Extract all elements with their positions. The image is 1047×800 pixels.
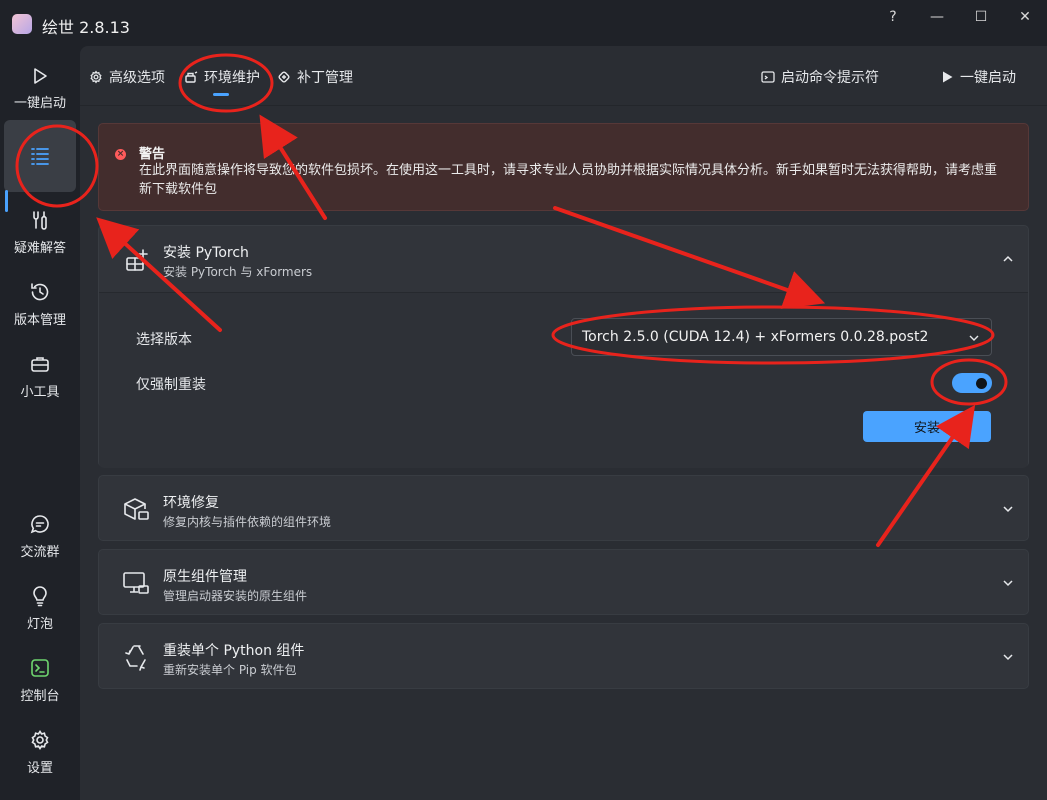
install-button[interactable]: 安装: [863, 411, 991, 442]
sidebar-item-label: 控制台: [20, 688, 60, 704]
version-select[interactable]: Torch 2.5.0 (CUDA 12.4) + xFormers 0.0.2…: [571, 318, 992, 356]
sidebar-item-label: 一键启动: [13, 95, 66, 111]
toggle-knob: [976, 378, 987, 389]
close-button[interactable]: ✕: [1002, 4, 1047, 30]
card-title: 环境修复: [163, 495, 219, 511]
native-components-card[interactable]: 原生组件管理 管理启动器安装的原生组件: [98, 549, 1029, 615]
card-title: 原生组件管理: [163, 569, 247, 585]
gear-icon: [90, 70, 102, 84]
environment-repair-card[interactable]: 环境修复 修复内核与插件依赖的组件环境: [98, 475, 1029, 541]
history-icon: [31, 282, 49, 300]
warning-message: 在此界面随意操作将导致您的软件包损坏。在使用这一工具时，请寻求专业人员协助并根据…: [139, 163, 998, 197]
sidebar-item-label: 灯泡: [26, 616, 53, 632]
title-bar: 绘世 2.8.13 ? — ☐ ✕: [0, 0, 1047, 46]
sidebar-item-label: 小工具: [20, 384, 60, 400]
tab-patch-management[interactable]: 补丁管理: [277, 66, 353, 88]
terminal-icon: [761, 71, 775, 83]
package-add-icon: [126, 249, 148, 271]
list-icon: [31, 148, 49, 165]
chat-icon: [30, 514, 49, 533]
card-body: 选择版本 Torch 2.5.0 (CUDA 12.4) + xFormers …: [99, 292, 1028, 468]
wrench-icon: [33, 210, 47, 230]
console-prompt-label: 启动命令提示符: [781, 70, 879, 86]
chevron-down-icon: [969, 335, 979, 341]
card-subtitle: 安装 PyTorch 与 xFormers: [163, 265, 313, 279]
console-icon: [31, 658, 49, 677]
sidebar-item-label: 疑难解答: [13, 240, 66, 256]
card-header[interactable]: 安装 PyTorch 安装 PyTorch 与 xFormers: [99, 226, 1028, 292]
sidebar-item-community[interactable]: 交流群: [4, 500, 76, 572]
active-tab-indicator: [213, 93, 229, 96]
sidebar-item-label: 版本管理: [13, 312, 66, 328]
lightbulb-icon: [33, 585, 47, 606]
main-content: 高级选项 环境维护 补丁管理 启动命令提示符 一键启动 × 警告 在此界面随意操…: [80, 46, 1047, 800]
help-button[interactable]: ?: [870, 4, 916, 30]
box-repair-icon: [124, 498, 149, 520]
version-label: 选择版本: [136, 332, 192, 348]
sidebar-item-versions[interactable]: 版本管理: [4, 268, 76, 340]
maximize-button[interactable]: ☐: [958, 4, 1004, 30]
card-title: 重装单个 Python 组件: [163, 643, 305, 659]
app-logo: [12, 14, 32, 34]
monitor-component-icon: [123, 572, 149, 594]
launch-button[interactable]: 一键启动: [940, 66, 1016, 88]
tab-label: 补丁管理: [297, 70, 353, 86]
sidebar-item-maintenance[interactable]: [4, 120, 76, 192]
maintenance-icon: [185, 71, 198, 83]
tab-advanced-options[interactable]: 高级选项: [89, 66, 165, 88]
toolbox-icon: [31, 356, 49, 372]
play-icon: [943, 71, 953, 83]
chevron-down-icon[interactable]: [1002, 651, 1014, 663]
sidebar-item-troubleshoot[interactable]: 疑难解答: [4, 196, 76, 268]
tab-bar: 高级选项 环境维护 补丁管理 启动命令提示符 一键启动: [80, 46, 1047, 106]
tab-label: 高级选项: [109, 70, 165, 86]
warning-title: 警告: [139, 147, 166, 162]
minimize-button[interactable]: —: [914, 4, 960, 30]
chevron-down-icon[interactable]: [1002, 503, 1014, 515]
reinstall-python-component-card[interactable]: 重装单个 Python 组件 重新安装单个 Pip 软件包: [98, 623, 1029, 689]
version-select-value: Torch 2.5.0 (CUDA 12.4) + xFormers 0.0.2…: [582, 329, 929, 345]
card-subtitle: 管理启动器安装的原生组件: [163, 589, 308, 603]
chevron-up-icon[interactable]: [1002, 253, 1014, 265]
card-subtitle: 修复内核与插件依赖的组件环境: [163, 515, 332, 529]
force-reinstall-label: 仅强制重装: [136, 377, 206, 393]
gear-icon: [31, 729, 49, 750]
console-prompt-button[interactable]: 启动命令提示符: [761, 66, 879, 88]
sidebar-item-bulb[interactable]: 灯泡: [4, 572, 76, 644]
warning-banner: × 警告 在此界面随意操作将导致您的软件包损坏。在使用这一工具时，请寻求专业人员…: [98, 123, 1029, 211]
tab-environment-maintenance[interactable]: 环境维护: [184, 66, 260, 88]
install-pytorch-card: 安装 PyTorch 安装 PyTorch 与 xFormers 选择版本 To…: [98, 225, 1029, 468]
sidebar: 一键启动 疑难解答 版本管理 小工具 交流群 灯泡 控制台 设置: [0, 46, 80, 800]
tab-label: 环境维护: [204, 70, 260, 86]
sidebar-item-launch[interactable]: 一键启动: [4, 52, 76, 124]
sidebar-item-label: 设置: [26, 760, 53, 776]
card-title: 安装 PyTorch: [163, 245, 249, 261]
force-reinstall-toggle[interactable]: [952, 373, 992, 393]
app-title: 绘世 2.8.13: [42, 18, 130, 37]
sidebar-item-console[interactable]: 控制台: [4, 644, 76, 716]
recycle-icon: [125, 645, 146, 671]
patch-icon: [278, 71, 290, 83]
sidebar-item-tools[interactable]: 小工具: [4, 340, 76, 412]
chevron-down-icon[interactable]: [1002, 577, 1014, 589]
launch-label: 一键启动: [960, 70, 1016, 86]
error-icon: ×: [115, 149, 126, 160]
sidebar-item-label: 交流群: [20, 544, 60, 560]
play-icon: [34, 67, 47, 84]
sidebar-item-settings[interactable]: 设置: [4, 716, 76, 788]
card-subtitle: 重新安装单个 Pip 软件包: [163, 663, 297, 677]
